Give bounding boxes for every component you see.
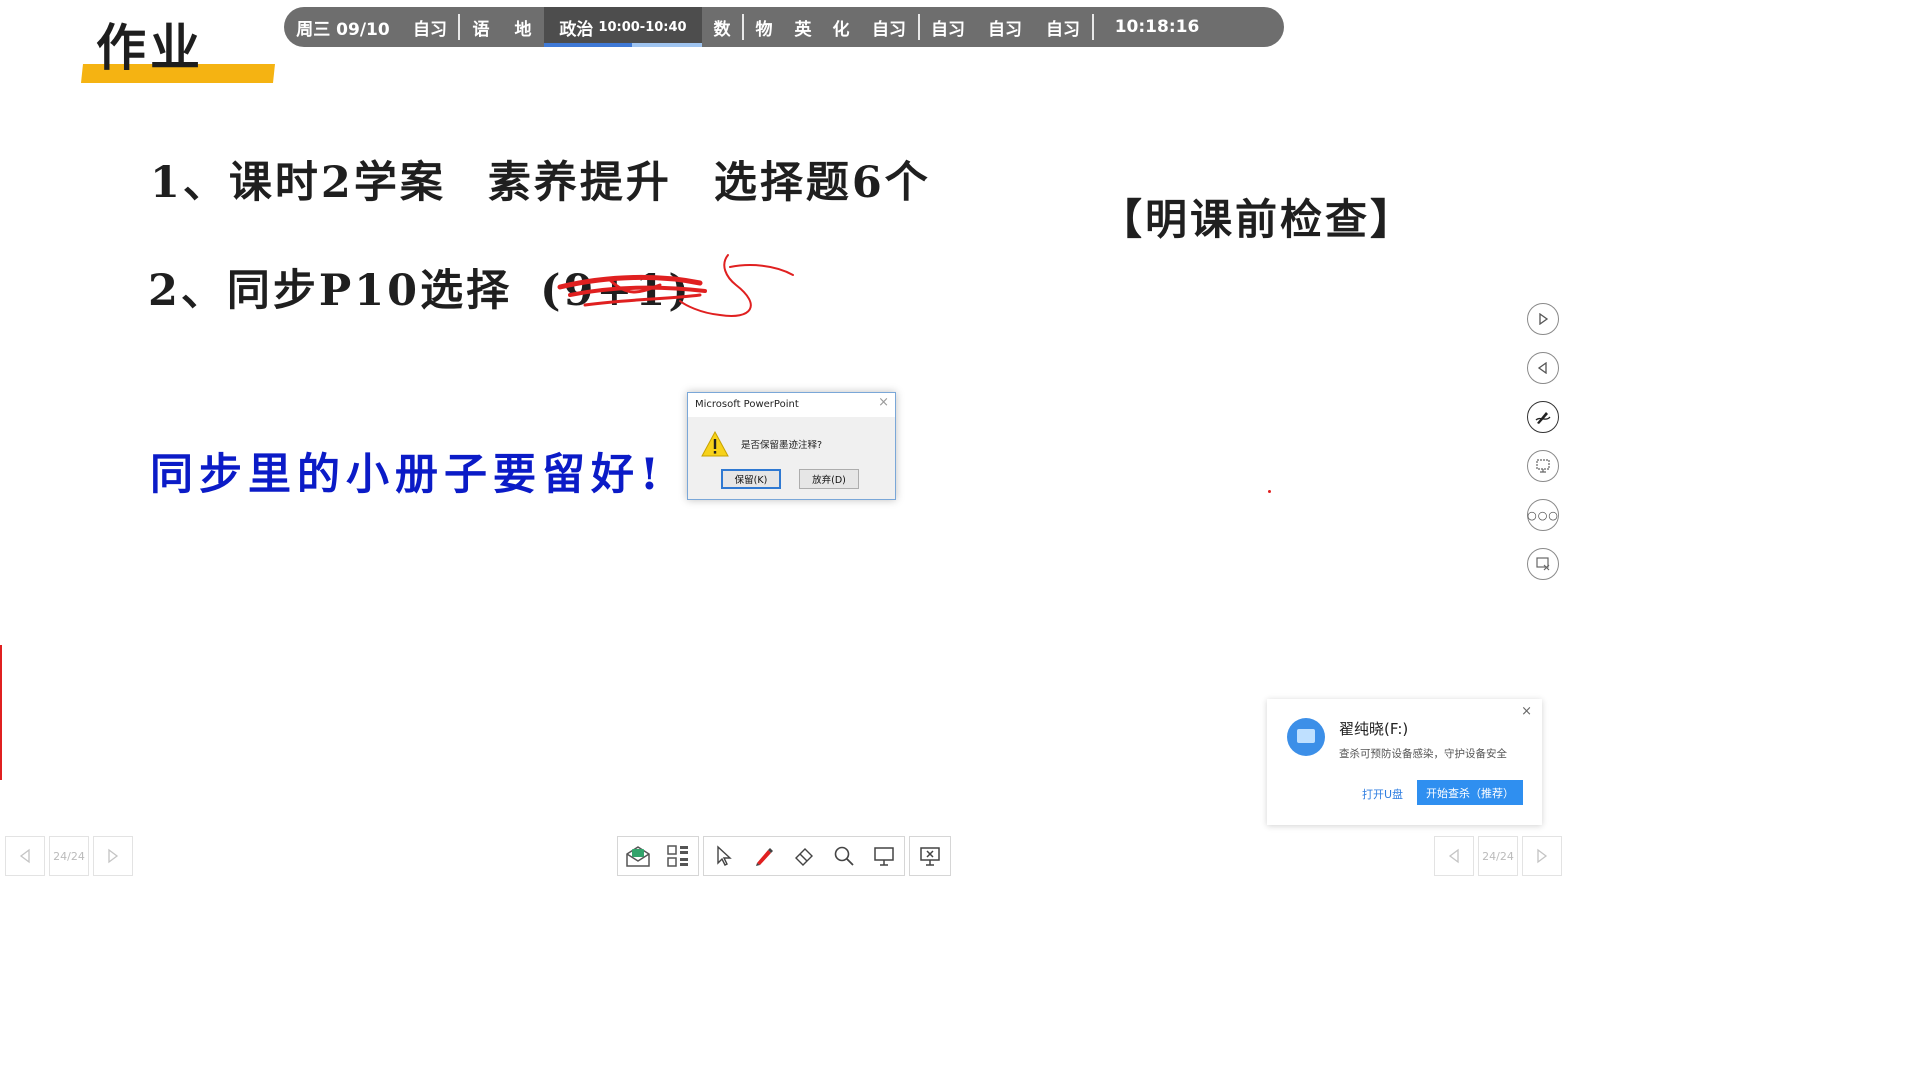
dialog-body: 是否保留墨迹注释? 保留(K) 放弃(D)	[688, 417, 895, 499]
schedule-slot: 自习	[931, 19, 965, 40]
close-icon[interactable]: ×	[1521, 704, 1532, 719]
start-scan-button[interactable]: 开始查杀（推荐）	[1417, 780, 1523, 805]
pen-tool-button[interactable]	[744, 837, 784, 875]
play-right-icon	[1539, 313, 1549, 325]
schedule-slot: 自习	[1046, 19, 1080, 40]
ink-dot	[1268, 490, 1271, 493]
mail-tool-button[interactable]	[618, 837, 658, 875]
end-show-button[interactable]	[910, 837, 950, 875]
eraser-icon	[795, 848, 813, 866]
chevron-left-icon	[19, 848, 30, 864]
save-ink-dialog: Microsoft PowerPoint × 是否保留墨迹注释? 保留(K) 放…	[687, 392, 896, 500]
slide-title-block: 作业	[81, 8, 277, 84]
pen-icon	[1535, 412, 1551, 424]
eraser-tool-button[interactable]	[784, 837, 824, 875]
more-button[interactable]: ○○○	[1527, 499, 1559, 531]
toolbar-group	[703, 836, 905, 876]
page-indicator[interactable]: 24/24	[49, 836, 89, 876]
chevron-right-icon	[1537, 848, 1548, 864]
homework-line-1: 1、课时2学案 素养提升 选择题6个	[150, 148, 931, 210]
bottom-toolbar	[617, 836, 951, 876]
class-schedule-bar: 周三 09/10 自习 语 地 政治 10:00-10:40 数 物 英 化 自…	[284, 7, 1284, 47]
red-pen-icon	[756, 848, 773, 866]
line-text: 素养提升	[487, 158, 672, 208]
warning-icon	[701, 431, 729, 457]
next-slide-button[interactable]	[1522, 836, 1562, 876]
schedule-slot: 自习	[988, 19, 1022, 40]
usb-subtitle: 查杀可预防设备感染，守护设备安全	[1339, 748, 1507, 760]
schedule-day-date: 周三 09/10	[296, 19, 390, 40]
board-icon	[874, 847, 894, 866]
chevron-right-icon	[108, 848, 119, 864]
close-board-icon	[920, 847, 940, 866]
play-left-icon	[1537, 362, 1547, 374]
prev-slide-button[interactable]	[5, 836, 45, 876]
schedule-slot: 数	[713, 19, 731, 40]
grid-icon	[667, 845, 688, 867]
discard-button[interactable]: 放弃(D)	[799, 469, 859, 489]
schedule-current-slot: 政治 10:00-10:40	[544, 7, 702, 47]
whiteboard-icon	[1536, 459, 1550, 473]
schedule-slot: 语	[472, 19, 490, 40]
slide-grid-button[interactable]	[658, 837, 698, 875]
zoom-tool-button[interactable]	[824, 837, 864, 875]
more-dots-icon: ○○○	[1527, 508, 1559, 522]
current-subject: 政治	[559, 19, 594, 40]
reminder-text: 同步里的小册子要留好!	[150, 450, 665, 500]
schedule-slot: 英	[794, 19, 812, 40]
schedule-slot: 自习	[872, 19, 906, 40]
exit-screen-icon	[1536, 557, 1550, 571]
line-text: 课时2学案	[228, 158, 446, 208]
line-text: 同步P10选择	[226, 266, 513, 316]
keep-button[interactable]: 保留(K)	[721, 469, 781, 489]
select-tool-button[interactable]	[704, 837, 744, 875]
struck-text: (9+1)	[540, 266, 692, 316]
schedule-slot: 自习	[413, 19, 447, 40]
usb-notification: × 翟纯晓(F:) 查杀可预防设备感染，守护设备安全 打开U盘 开始查杀（推荐）	[1267, 699, 1542, 825]
schedule-slot: 物	[755, 19, 773, 40]
page-indicator[interactable]: 24/24	[1478, 836, 1518, 876]
homework-line-2: 2、同步P10选择 (9+1)	[148, 256, 692, 318]
line-number: 2、	[148, 266, 227, 316]
toolbar-group	[909, 836, 951, 876]
schedule-slot: 地	[514, 19, 532, 40]
dialog-title: Microsoft PowerPoint	[695, 399, 799, 410]
usb-drive-icon	[1287, 718, 1325, 756]
slide-title: 作业	[96, 19, 204, 77]
current-time-range: 10:00-10:40	[598, 19, 687, 35]
dialog-message: 是否保留墨迹注释?	[741, 440, 823, 451]
end-show-button[interactable]	[1527, 548, 1559, 580]
blackboard-tool-button[interactable]	[864, 837, 904, 875]
schedule-clock: 10:18:16	[1114, 17, 1200, 37]
open-usb-link[interactable]: 打开U盘	[1362, 786, 1403, 802]
usb-title: 翟纯晓(F:)	[1339, 720, 1409, 738]
prev-page-button[interactable]	[1527, 352, 1559, 384]
toolbar-group	[617, 836, 699, 876]
class-progress-fill	[544, 43, 633, 47]
line-text: 选择题6个	[713, 158, 931, 208]
next-page-button[interactable]	[1527, 303, 1559, 335]
line-number: 1、	[150, 158, 229, 208]
ink-stroke-edge	[0, 645, 2, 780]
check-note: 【明课前检查】	[1100, 195, 1416, 244]
cursor-arrow-icon	[717, 845, 732, 866]
schedule-slot: 化	[832, 19, 850, 40]
magnifier-icon	[834, 846, 854, 866]
next-slide-button[interactable]	[93, 836, 133, 876]
class-progress-track	[544, 43, 702, 47]
whiteboard-button[interactable]	[1527, 450, 1559, 482]
envelope-icon	[626, 846, 650, 867]
pen-tool-button[interactable]	[1527, 401, 1559, 433]
prev-slide-button[interactable]	[1434, 836, 1474, 876]
close-icon[interactable]: ×	[878, 395, 889, 410]
chevron-left-icon	[1448, 848, 1459, 864]
